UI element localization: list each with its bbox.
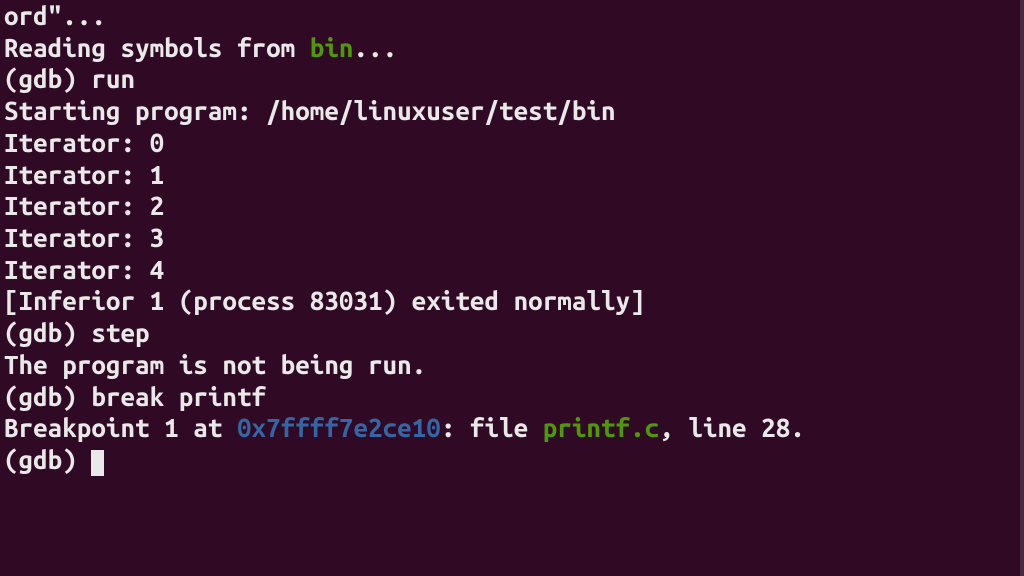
gdb-command-line: (gdb) break printf: [4, 381, 1020, 413]
output-text: Breakpoint 1 at: [4, 413, 237, 442]
output-line: The program is not being run.: [4, 349, 1020, 381]
cursor-icon: [91, 450, 104, 476]
program-output: Iterator: 1: [4, 159, 1020, 191]
output-line: Starting program: /home/linuxuser/test/b…: [4, 95, 1020, 127]
program-output: Iterator: 3: [4, 222, 1020, 254]
output-line: Reading symbols from bin...: [4, 32, 1020, 64]
program-output: Iterator: 4: [4, 254, 1020, 286]
output-text: Reading symbols from: [4, 33, 310, 62]
gdb-command-line: (gdb) step: [4, 317, 1020, 349]
output-text: : file: [441, 413, 543, 442]
output-text: , line 28.: [659, 413, 805, 442]
output-line: ord"...: [4, 0, 1020, 32]
scrollbar[interactable]: [1020, 0, 1024, 576]
gdb-prompt-line[interactable]: (gdb): [4, 444, 1020, 476]
gdb-prompt: (gdb): [4, 445, 91, 474]
gdb-command-line: (gdb) run: [4, 63, 1020, 95]
memory-address: 0x7ffff7e2ce10: [237, 413, 441, 442]
exit-status-line: [Inferior 1 (process 83031) exited norma…: [4, 285, 1020, 317]
symbol-file-name: bin: [310, 33, 354, 62]
terminal-output[interactable]: ord"... Reading symbols from bin... (gdb…: [4, 0, 1020, 476]
program-output: Iterator: 0: [4, 127, 1020, 159]
output-text: ...: [353, 33, 397, 62]
program-output: Iterator: 2: [4, 190, 1020, 222]
breakpoint-line: Breakpoint 1 at 0x7ffff7e2ce10: file pri…: [4, 412, 1020, 444]
source-file-name: printf.c: [543, 413, 659, 442]
